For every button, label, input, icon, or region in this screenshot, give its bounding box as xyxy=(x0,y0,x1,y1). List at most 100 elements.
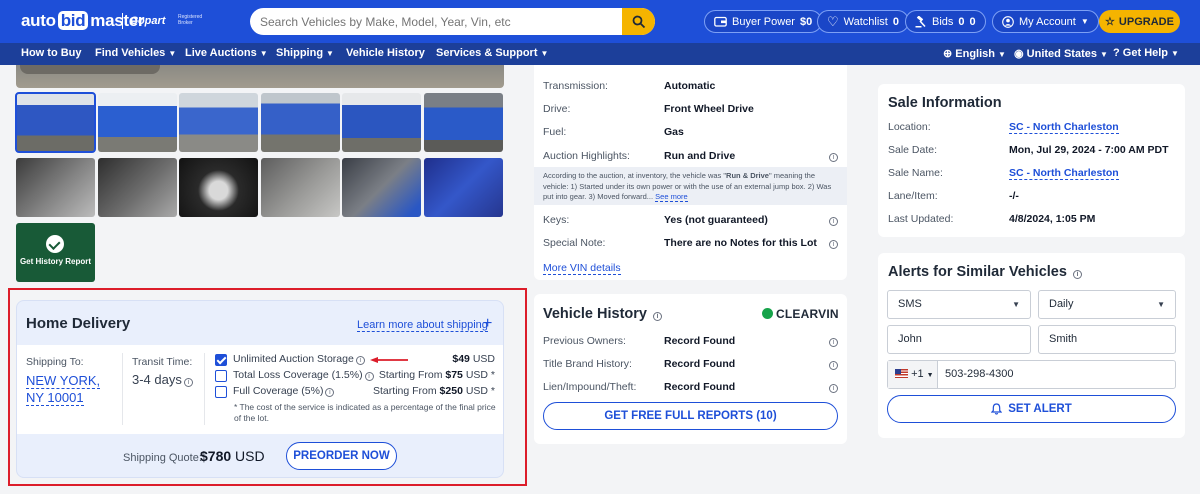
photo-thumbnail[interactable] xyxy=(15,92,96,153)
info-icon[interactable]: i xyxy=(183,378,193,387)
see-more-link[interactable]: See more xyxy=(655,192,688,202)
option-total-loss-coverage[interactable]: Total Loss Coverage (1.5%) i Starting Fro… xyxy=(215,369,495,384)
shipping-quote-value: $780 USD xyxy=(200,448,265,464)
photo-thumbnail[interactable] xyxy=(424,158,503,217)
buyer-power-value: $0 xyxy=(799,15,813,28)
expand-plus-icon[interactable]: + xyxy=(483,315,492,333)
preorder-now-button[interactable]: PREORDER NOW xyxy=(286,442,397,470)
help-menu[interactable]: ? Get Help ▼ xyxy=(1113,47,1179,59)
history-value: Record Found xyxy=(664,358,736,370)
nav-how-to-buy[interactable]: How to Buy xyxy=(21,47,82,59)
phone-number: 503-298-4300 xyxy=(945,368,1014,380)
gavel-icon xyxy=(915,15,926,27)
set-alert-label: SET ALERT xyxy=(1008,403,1072,415)
photo-thumbnail[interactable] xyxy=(424,93,503,152)
partner-note: Registered Broker xyxy=(178,14,203,26)
shipping-to-label: Shipping To: xyxy=(26,356,84,368)
sale-name-link[interactable]: SC - North Charleston xyxy=(1009,167,1119,180)
nav-vehicle-history[interactable]: Vehicle History xyxy=(346,47,425,59)
alert-frequency-select[interactable]: Daily ▼ xyxy=(1038,290,1176,319)
photo-thumbnail[interactable] xyxy=(261,93,340,152)
info-icon[interactable]: i xyxy=(829,361,838,370)
photo-thumbnail[interactable] xyxy=(98,158,177,217)
get-history-report-tile[interactable]: Get History Report xyxy=(16,223,95,282)
detail-label: Drive: xyxy=(543,103,571,115)
search-button[interactable] xyxy=(622,8,655,35)
sale-label: Sale Date: xyxy=(888,144,938,156)
alert-method-select[interactable]: SMS ▼ xyxy=(887,290,1031,319)
home-delivery-card: Home Delivery Learn more about shipping … xyxy=(16,300,504,478)
my-account-button[interactable]: My Account ▼ xyxy=(992,10,1099,33)
info-icon[interactable]: i xyxy=(829,153,838,162)
photo-thumbnail[interactable] xyxy=(179,93,258,152)
language-select[interactable]: ⊕ English ▼ xyxy=(943,47,1006,60)
delivery-options-panel: Shipping To: NEW YORK, NY 10001 Transit T… xyxy=(17,345,503,434)
globe-icon: ⊕ xyxy=(943,48,953,60)
detail-label: Auction Highlights: xyxy=(543,150,630,162)
country-select[interactable]: ◉ United States ▼ xyxy=(1014,47,1108,60)
photo-thumbnail[interactable] xyxy=(261,158,340,217)
info-icon[interactable]: i xyxy=(829,384,838,393)
first-name-field[interactable]: John xyxy=(887,325,1031,354)
nav-shipping[interactable]: Shipping ▼ xyxy=(276,47,334,59)
photo-thumbnail[interactable] xyxy=(342,93,421,152)
detail-value: Automatic xyxy=(664,80,716,92)
vehicle-history-card: Vehicle History i CLEARVIN Previous Owne… xyxy=(534,294,847,444)
my-account-label: My Account xyxy=(1019,15,1076,28)
bids-button[interactable]: Bids 0 0 xyxy=(905,10,986,33)
detail-label: Fuel: xyxy=(543,126,567,138)
detail-label: Transmission: xyxy=(543,80,608,92)
set-alert-button[interactable]: SET ALERT xyxy=(887,395,1176,423)
sale-information-card: Sale Information Location: SC - North Ch… xyxy=(878,84,1185,237)
shipping-destination-link[interactable]: NEW YORK, NY 10001 xyxy=(26,372,101,406)
bids-count-active: 0 xyxy=(958,15,965,28)
us-flag-icon xyxy=(895,369,908,378)
info-icon[interactable]: i xyxy=(325,388,335,397)
main-nav: How to Buy Find Vehicles ▼ Live Auctions ▼… xyxy=(0,43,1200,65)
nav-live-auctions[interactable]: Live Auctions ▼ xyxy=(185,47,268,59)
info-icon[interactable]: i xyxy=(355,356,365,365)
total-loss-checkbox[interactable] xyxy=(215,370,227,382)
sale-label: Location: xyxy=(888,121,931,133)
nav-find-vehicles[interactable]: Find Vehicles ▼ xyxy=(95,47,176,59)
vehicle-history-title: Vehicle History i xyxy=(543,306,662,322)
last-name-field[interactable]: Smith xyxy=(1038,325,1176,354)
top-header: autobidmaster Copart Registered Broker B… xyxy=(0,0,1200,43)
upgrade-button[interactable]: ☆ UPGRADE xyxy=(1099,10,1180,33)
bids-count-won: 0 xyxy=(969,15,976,28)
sale-information-title: Sale Information xyxy=(888,95,1002,111)
info-icon[interactable]: i xyxy=(829,217,838,226)
photo-thumbnail[interactable] xyxy=(179,158,258,217)
location-pin-icon: ◉ xyxy=(1014,48,1024,60)
get-free-reports-button[interactable]: GET FREE FULL REPORTS (10) xyxy=(543,402,838,430)
country-code-select[interactable]: +1 ▼ xyxy=(888,361,938,388)
option-unlimited-storage[interactable]: Unlimited Auction Storage i $49 USD xyxy=(215,353,495,368)
phone-field[interactable]: +1 ▼ 503-298-4300 xyxy=(887,360,1176,389)
partner-logo: Copart xyxy=(122,13,165,29)
nav-services-support[interactable]: Services & Support ▼ xyxy=(436,47,548,59)
buyer-power-button[interactable]: Buyer Power $0 xyxy=(704,10,823,33)
watchlist-button[interactable]: ♡ Watchlist 0 xyxy=(817,10,909,33)
storage-checkbox[interactable] xyxy=(215,354,227,366)
learn-more-shipping-link[interactable]: Learn more about shipping xyxy=(357,319,488,332)
transit-time-value: 3-4 days i xyxy=(132,372,193,387)
info-icon[interactable]: i xyxy=(829,240,838,249)
sale-location-link[interactable]: SC - North Charleston xyxy=(1009,121,1119,134)
search-input[interactable] xyxy=(250,8,622,35)
detail-value: Front Wheel Drive xyxy=(664,103,754,115)
more-vin-details-link[interactable]: More VIN details xyxy=(543,262,621,275)
info-icon[interactable]: i xyxy=(1072,270,1082,279)
photo-thumbnail[interactable] xyxy=(98,93,177,152)
detail-label: Keys: xyxy=(543,214,570,226)
info-icon[interactable]: i xyxy=(829,338,838,347)
option-full-coverage[interactable]: Full Coverage (5%) i Starting From $250 U… xyxy=(215,385,495,400)
chevron-down-icon: ▼ xyxy=(1099,50,1108,59)
photo-thumbnail[interactable] xyxy=(16,158,95,217)
info-icon[interactable]: i xyxy=(653,312,662,321)
main-photo[interactable] xyxy=(16,65,504,88)
watchlist-label: Watchlist xyxy=(843,15,888,28)
info-icon[interactable]: i xyxy=(364,372,374,381)
full-coverage-checkbox[interactable] xyxy=(215,386,227,398)
photo-thumbnail[interactable] xyxy=(342,158,421,217)
watchlist-count: 0 xyxy=(892,15,899,28)
